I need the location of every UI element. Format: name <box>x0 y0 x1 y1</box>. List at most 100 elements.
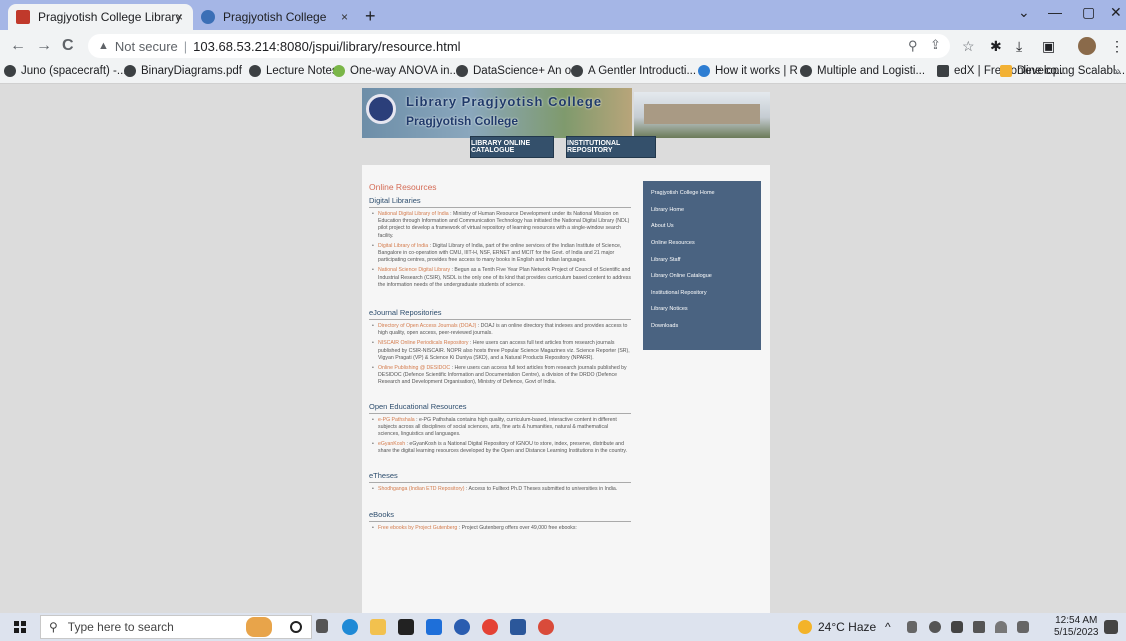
page-title: Online Resources <box>369 182 437 192</box>
institutional-repository-button[interactable]: INSTITUTIONAL REPOSITORY <box>566 136 656 158</box>
resource-link[interactable]: Shodhganga (Indian ETD Repository) <box>378 486 465 492</box>
list-item: e-PG Pathshala : e-PG Pathshala contains… <box>372 417 631 439</box>
tab-pragjyotish-college-library[interactable]: Pragjyotish College Library × <box>8 4 193 30</box>
store-icon[interactable] <box>398 619 414 635</box>
bookmark-item[interactable]: BinaryDiagrams.pdf <box>124 65 242 77</box>
tab-title: Pragjyotish College Library <box>38 10 182 24</box>
minimize-button[interactable]: — <box>1048 4 1062 20</box>
profile-avatar[interactable] <box>1078 37 1096 55</box>
bookmark-item[interactable]: How it works | R <box>698 65 798 77</box>
resource-link[interactable]: NISCAIR Online Periodicals Repository <box>378 340 469 346</box>
new-tab-button[interactable]: + <box>365 6 376 27</box>
word-icon[interactable] <box>510 619 526 635</box>
bookmark-item[interactable]: Multiple and Logisti... <box>800 65 925 77</box>
cortana-icon[interactable] <box>290 621 302 633</box>
resource-link[interactable]: eGyanKosh <box>378 441 405 447</box>
sidebar-item-about-us[interactable]: About Us <box>651 218 761 235</box>
task-view-icon[interactable] <box>316 619 328 633</box>
globe-icon <box>249 65 261 77</box>
close-window-button[interactable]: ✕ <box>1110 4 1122 21</box>
sidebar-item-library-notices[interactable]: Library Notices <box>651 301 761 318</box>
sidebar-item-library-home[interactable]: Library Home <box>651 202 761 219</box>
chrome-profile-icon[interactable] <box>538 619 554 635</box>
globe-icon <box>456 65 468 77</box>
sidebar-item-online-resources[interactable]: Online Resources <box>651 235 761 252</box>
sidebar-item-institutional-repository[interactable]: Institutional Repository <box>651 285 761 302</box>
bookmark-item[interactable]: Lecture Notes <box>249 65 338 77</box>
list-item: National Digital Library of India : Mini… <box>372 211 631 240</box>
resource-link[interactable]: National Science Digital Library <box>378 267 450 273</box>
search-highlight-icon[interactable] <box>246 617 272 637</box>
back-button[interactable]: ← <box>10 37 26 55</box>
banner-title: Library Pragjyotish College <box>406 94 603 109</box>
volume-icon[interactable] <box>1017 621 1029 633</box>
system-clock[interactable]: 12:54 AM 5/15/2023 <box>1054 615 1099 639</box>
tray-chevron-icon[interactable]: ^ <box>885 620 891 634</box>
meet-icon[interactable] <box>973 621 985 633</box>
resource-link[interactable]: Digital Library of India <box>378 243 428 249</box>
notifications-icon[interactable] <box>1104 620 1118 634</box>
onedrive-icon[interactable] <box>929 621 941 633</box>
mail-icon[interactable] <box>426 619 442 635</box>
resource-link[interactable]: e-PG Pathshala <box>378 417 415 423</box>
list-item: National Science Digital Library : Begun… <box>372 267 631 289</box>
tab-pragjyotish-college[interactable]: Pragjyotish College × <box>193 4 358 30</box>
more-bookmarks-icon[interactable]: » <box>1114 64 1121 78</box>
browser-tab-strip: Pragjyotish College Library × Pragjyotis… <box>0 0 1126 30</box>
content-panel: Online Resources Digital Libraries Natio… <box>362 165 770 613</box>
url-text[interactable]: 103.68.53.214:8080/jspui/library/resourc… <box>193 39 460 54</box>
sidebar-item-library-staff[interactable]: Library Staff <box>651 251 761 268</box>
bookmark-item[interactable]: A Gentler Introducti... <box>571 65 696 77</box>
resource-link[interactable]: Directory of Open Access Journals (DOAJ) <box>378 323 476 329</box>
college-favicon-icon <box>201 10 215 24</box>
share-icon[interactable]: ⇪ <box>930 37 941 53</box>
security-label[interactable]: Not secure <box>115 39 178 54</box>
menu-icon[interactable]: ⋮ <box>1110 38 1124 55</box>
section-title-etheses: eTheses <box>369 471 631 483</box>
banner-header: Library Pragjyotish College Pragjyotish … <box>362 88 632 138</box>
banner-subtitle: Pragjyotish College <box>406 114 519 128</box>
bookmark-item[interactable]: One-way ANOVA in... <box>333 65 459 77</box>
sidebar-item-college-home[interactable]: Pragjyotish College Home <box>651 185 761 202</box>
display-icon[interactable] <box>951 621 963 633</box>
windows-start-icon[interactable] <box>14 621 26 633</box>
resource-link[interactable]: Online Publishing @ DESIDOC <box>378 365 450 371</box>
bookmark-item[interactable]: Developing Scalabl... <box>1000 65 1125 77</box>
download-icon[interactable]: ⤓ <box>1016 38 1022 55</box>
edge-icon[interactable] <box>342 619 358 635</box>
clock-date: 5/15/2023 <box>1054 627 1099 638</box>
sidebar-item-online-catalogue[interactable]: Library Online Catalogue <box>651 268 761 285</box>
file-explorer-icon[interactable] <box>370 619 386 635</box>
bookmark-item[interactable]: DataScience+ An o... <box>456 65 581 77</box>
wifi-icon[interactable] <box>995 621 1007 633</box>
resource-link[interactable]: Free ebooks by Project Gutenberg <box>378 525 457 531</box>
forward-button[interactable]: → <box>36 37 52 55</box>
library-online-catalogue-button[interactable]: LIBRARY ONLINE CATALOGUE <box>470 136 554 158</box>
tab-search-icon[interactable]: ⌄ <box>1018 4 1030 21</box>
tab-close-icon[interactable]: × <box>341 10 348 24</box>
battery-icon[interactable] <box>907 621 917 633</box>
tab-close-icon[interactable]: × <box>176 10 183 24</box>
resource-link[interactable]: National Digital Library of India <box>378 211 449 217</box>
warning-icon[interactable]: ▲ <box>98 40 109 52</box>
chrome-icon[interactable] <box>482 619 498 635</box>
site-banner: Library Pragjyotish College Pragjyotish … <box>362 88 770 138</box>
section-title-ejournal-repositories: eJournal Repositories <box>369 308 631 321</box>
bookmark-item[interactable]: Juno (spacecraft) -... <box>4 65 126 77</box>
sidebar-item-downloads[interactable]: Downloads <box>651 318 761 335</box>
bookmark-star-icon[interactable]: ☆ <box>962 38 975 55</box>
extensions-icon[interactable]: ✱ <box>990 38 1002 55</box>
search-icon[interactable]: ⚲ <box>908 38 918 54</box>
weather-text[interactable]: 24°C Haze <box>818 620 876 634</box>
maximize-button[interactable]: ▢ <box>1082 4 1095 21</box>
reload-button[interactable]: C <box>62 37 74 55</box>
side-panel-icon[interactable]: ▣ <box>1042 38 1055 55</box>
address-bar[interactable]: ▲ Not secure | 103.68.53.214:8080/jspui/… <box>88 34 950 58</box>
weather-icon[interactable] <box>798 620 812 634</box>
bookmarks-bar: Juno (spacecraft) -... BinaryDiagrams.pd… <box>0 62 1126 84</box>
browser-icon[interactable] <box>454 619 470 635</box>
library-favicon-icon <box>16 10 30 24</box>
globe-icon <box>4 65 16 77</box>
